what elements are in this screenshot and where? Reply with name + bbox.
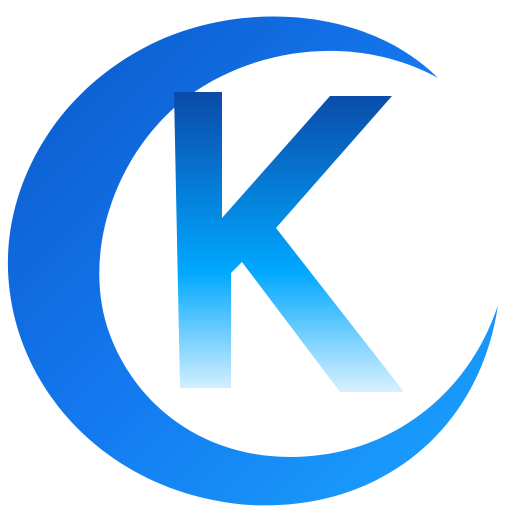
- k-logo-graphic: [7, 16, 498, 506]
- k-logo: [0, 0, 512, 512]
- letter-k-shape: [174, 92, 404, 392]
